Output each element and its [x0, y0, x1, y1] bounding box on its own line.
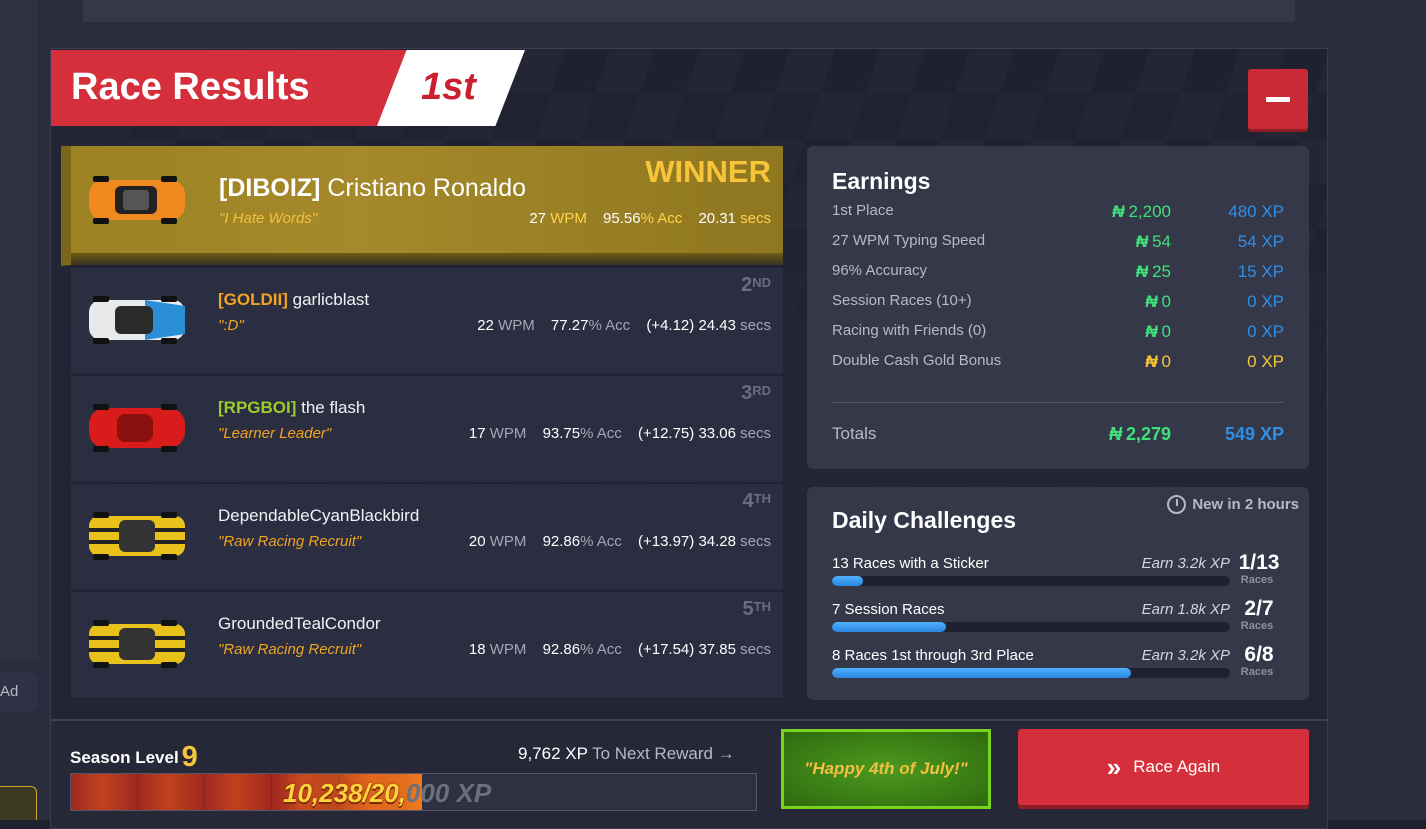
ad-label: Ad [0, 673, 37, 711]
nitro-cash-icon: ₦ [1145, 292, 1158, 311]
divider [832, 402, 1284, 403]
earnings-row: 96% Accuracy ₦ 25 15 XP [832, 262, 1284, 281]
challenge-progress-bar [832, 622, 1230, 632]
season-level-value: 9 [181, 741, 198, 773]
earnings-row: 27 WPM Typing Speed ₦ 54 54 XP [832, 232, 1284, 251]
earnings-row: Session Races (10+) ₦ 0 0 XP [832, 292, 1284, 311]
season-xp-progress: 10,238/20,000 XP [70, 773, 757, 811]
minus-icon [1266, 96, 1290, 102]
racer-row-3[interactable]: [RPGBOI] the flash "Learner Leader" 3RD … [71, 376, 783, 483]
left-sidebar [0, 0, 38, 660]
earnings-row: Racing with Friends (0) ₦ 0 0 XP [832, 322, 1284, 341]
place-label: 4TH [742, 490, 771, 512]
earnings-title: Earnings [832, 168, 931, 194]
nitro-cash-icon: ₦ [1108, 424, 1122, 444]
racer-stats: 18 WPM 92.86% Acc (+17.54) 37.85 secs [468, 641, 771, 658]
place-label: 2ND [741, 274, 771, 296]
racer-name: [RPGBOI] the flash [218, 398, 366, 417]
racer-title: "I Hate Words" [219, 210, 318, 227]
earnings-row: Double Cash Gold Bonus ₦ 0 0 XP [832, 352, 1284, 371]
racer-stats: 20 WPM 92.86% Acc (+13.97) 34.28 secs [468, 533, 771, 550]
team-tag: [DIBOIZ] [219, 174, 321, 202]
racer-title: "Learner Leader" [218, 425, 332, 442]
season-bar: Season Level 9 9,762 XP To Next Reward → … [51, 719, 1327, 828]
challenge-progress-bar [832, 576, 1230, 586]
winner-label: WINNER [645, 154, 771, 189]
racer-name: GroundedTealCondor [218, 614, 381, 633]
racer-row-1[interactable]: [DIBOIZ] Cristiano Ronaldo "I Hate Words… [61, 146, 783, 266]
racer-name: [GOLDII] garlicblast [218, 290, 370, 309]
page-title: Race Results [71, 66, 310, 108]
challenge-progress-bar [832, 668, 1230, 678]
racer-name: [DIBOIZ] Cristiano Ronaldo [219, 174, 527, 202]
nitro-cash-icon: ₦ [1135, 232, 1149, 251]
season-xp-text: 10,238/20,000 XP [283, 778, 492, 808]
racer-stats: 22 WPM 77.27% Acc (+4.12) 24.43 secs [477, 317, 771, 334]
challenge-item: 13 Races with a Sticker Earn 3.2k XP 1/1… [832, 551, 1280, 586]
racer-title: "Raw Racing Recruit" [218, 641, 362, 658]
team-tag: [GOLDII] [218, 290, 288, 309]
racer-row-5[interactable]: GroundedTealCondor "Raw Racing Recruit" … [71, 592, 783, 699]
holiday-greeting: "Happy 4th of July!" [781, 729, 991, 809]
race-results-panel: Race Results 1st [DIBOIZ] Cristiano Rona… [50, 48, 1328, 829]
car-icon [89, 176, 185, 224]
season-level-label: Season Level 9 [70, 741, 198, 773]
car-icon [89, 620, 185, 668]
place-label: 3RD [741, 382, 771, 404]
final-place: 1st [421, 66, 476, 108]
earnings-totals: Totals ₦ 2,279 549 XP [832, 424, 1284, 444]
racer-stats: 27 WPM 95.56% Acc 20.31 secs [529, 210, 771, 227]
place-label: 5TH [742, 598, 771, 620]
challenge-item: 8 Races 1st through 3rd Place Earn 3.2k … [832, 643, 1274, 678]
car-icon [89, 512, 185, 560]
top-bar [83, 0, 1295, 22]
car-icon [89, 296, 185, 344]
xp-to-next-reward: 9,762 XP To Next Reward → [518, 744, 735, 763]
daily-challenges-title: Daily Challenges [832, 507, 1017, 533]
nitro-cash-icon: ₦ [1135, 262, 1149, 281]
race-again-button[interactable]: » Race Again [1018, 729, 1309, 805]
clock-icon [1167, 495, 1187, 514]
earnings-row: 1st Place ₦ 2,200 480 XP [832, 202, 1284, 221]
race-results-banner: Race Results [51, 50, 411, 126]
racer-title: ":D" [218, 317, 244, 334]
daily-challenges-box: Daily Challenges New in 2 hours 13 Races… [807, 487, 1309, 700]
team-tag: [RPGBOI] [218, 398, 297, 417]
racer-title: "Raw Racing Recruit" [218, 533, 362, 550]
double-chevron-icon: » [1106, 751, 1122, 782]
nitro-cash-icon: ₦ [1145, 352, 1158, 371]
nitro-cash-icon: ₦ [1145, 322, 1158, 341]
earnings-box: Earnings 1st Place ₦ 2,200 480 XP 27 WPM … [807, 146, 1309, 469]
challenge-item: 7 Session Races Earn 1.8k XP 2/7 Races [832, 597, 1274, 632]
racer-row-2[interactable]: [GOLDII] garlicblast ":D" 2ND 22 WPM 77.… [71, 268, 783, 375]
refresh-timer: New in 2 hours [1167, 495, 1299, 514]
minimize-button[interactable] [1248, 69, 1308, 129]
racer-name: DependableCyanBlackbird [218, 506, 420, 525]
racer-row-4[interactable]: DependableCyanBlackbird "Raw Racing Recr… [71, 484, 783, 591]
nitro-cash-icon: ₦ [1112, 202, 1125, 221]
car-icon [89, 404, 185, 452]
racer-stats: 17 WPM 93.75% Acc (+12.75) 33.06 secs [468, 425, 771, 442]
